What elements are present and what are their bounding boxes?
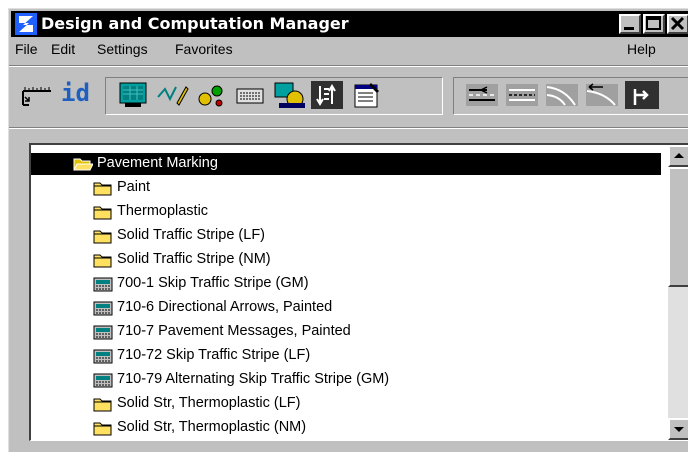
curve-road-icon: [546, 84, 578, 106]
tree-item-label: Paint: [117, 179, 151, 195]
tree-item[interactable]: 710-6 Directional Arrows, Painted: [31, 297, 661, 319]
tree-item[interactable]: 700-1 Skip Traffic Stripe (GM): [31, 273, 661, 295]
lane-tool-4[interactable]: [585, 81, 619, 109]
tree-item-label: Solid Str, Thermoplastic (NM): [117, 419, 307, 435]
tree-item[interactable]: 710-7 Pavement Messages, Painted: [31, 321, 661, 343]
vertical-scrollbar[interactable]: [668, 145, 688, 440]
nodes-icon: [198, 85, 223, 107]
lane-tool-3[interactable]: [545, 81, 579, 109]
id-tool[interactable]: id: [57, 79, 91, 109]
tree-item[interactable]: Solid Str, Thermoplastic (LF): [31, 393, 661, 415]
tree-root-label: Pavement Marking: [97, 155, 218, 171]
keypad-icon: [93, 301, 113, 316]
app-logo-icon: [15, 13, 37, 35]
tree-root-item[interactable]: Pavement Marking: [31, 153, 661, 175]
menu-bar: File Edit Settings Favorites Help: [9, 39, 688, 61]
display-tool[interactable]: [117, 81, 149, 109]
menu-separator: [9, 65, 688, 67]
tree-item[interactable]: Solid Str, Thermoplastic (NM): [31, 417, 661, 439]
turn-arrow-icon: [627, 83, 657, 107]
shapes-tool[interactable]: [273, 81, 307, 109]
keyboard-icon: [236, 88, 264, 104]
tree-item[interactable]: Solid Traffic Stripe (NM): [31, 249, 661, 271]
keypad-icon: [93, 277, 113, 292]
id-label: id: [61, 79, 90, 107]
keypad-tool[interactable]: [233, 81, 267, 109]
lane-merge-icon: [506, 84, 538, 106]
tree-item-label: 700-1 Skip Traffic Stripe (GM): [117, 275, 309, 291]
shapes-icon: [274, 82, 305, 108]
keypad-icon: [93, 373, 113, 388]
arrow-down-icon: [674, 427, 684, 432]
turn-tool[interactable]: [625, 81, 659, 109]
window-title: Design and Computation Manager: [41, 14, 349, 33]
arrow-up-icon: [674, 153, 684, 158]
minimize-icon: [624, 27, 634, 30]
lane-tool-2[interactable]: [505, 81, 539, 109]
keypad-icon: [93, 349, 113, 364]
tree-item[interactable]: Solid Traffic Stripe (LF): [31, 225, 661, 247]
tree-item-label: Solid Traffic Stripe (NM): [117, 251, 271, 267]
tree-item[interactable]: 710-72 Skip Traffic Stripe (LF): [31, 345, 661, 367]
app-window: Design and Computation Manager File Edit…: [8, 8, 688, 452]
folder-icon: [93, 182, 112, 196]
tree-view[interactable]: Pavement Marking Paint Thermoplastic Solid…: [29, 143, 688, 441]
maximize-icon: [646, 16, 661, 30]
keypad-icon: [93, 325, 113, 340]
network-tool[interactable]: [195, 81, 227, 109]
menu-file[interactable]: File: [15, 41, 38, 57]
menu-settings[interactable]: Settings: [97, 41, 148, 57]
open-folder-icon: [73, 158, 93, 171]
lane-arrows-icon: [466, 84, 498, 106]
measure-tool[interactable]: [19, 81, 53, 109]
pencil-line-icon: [157, 86, 189, 106]
menu-edit[interactable]: Edit: [51, 41, 75, 57]
tree-item-label: Solid Traffic Stripe (LF): [117, 227, 266, 243]
draw-tool[interactable]: [155, 81, 189, 109]
menu-help[interactable]: Help: [627, 41, 656, 57]
menu-favorites[interactable]: Favorites: [175, 41, 233, 57]
toolbar: id: [9, 71, 688, 121]
scroll-down-button[interactable]: [668, 418, 688, 440]
tree-item[interactable]: Paint: [31, 177, 661, 199]
tree-item-label: 710-72 Skip Traffic Stripe (LF): [117, 347, 311, 363]
tree-item-label: 710-7 Pavement Messages, Painted: [117, 323, 351, 339]
tree-item-label: Thermoplastic: [117, 203, 209, 219]
folder-icon: [93, 254, 112, 268]
curve-arrow-icon: [586, 83, 618, 106]
folder-icon: [93, 230, 112, 244]
tree-item-label: Solid Str, Thermoplastic (LF): [117, 395, 301, 411]
ruler-icon: [22, 87, 51, 106]
folder-icon: [93, 398, 112, 412]
scroll-thumb[interactable]: [668, 167, 688, 287]
properties-icon: [354, 83, 379, 108]
title-bar[interactable]: Design and Computation Manager: [11, 11, 688, 37]
lane-tool-1[interactable]: [465, 81, 499, 109]
close-button[interactable]: [667, 14, 688, 34]
scroll-up-button[interactable]: [668, 145, 688, 167]
tree-item[interactable]: 710-79 Alternating Skip Traffic Stripe (…: [31, 369, 661, 391]
sort-arrows-icon: [314, 84, 340, 106]
toolbar-separator: [9, 127, 688, 129]
monitor-icon: [119, 82, 147, 107]
tree-item-label: 710-6 Directional Arrows, Painted: [117, 299, 333, 315]
sort-tool[interactable]: [311, 81, 343, 109]
maximize-button[interactable]: [643, 14, 665, 34]
close-icon: [670, 16, 685, 31]
tree-item[interactable]: Thermoplastic: [31, 201, 661, 223]
properties-tool[interactable]: [349, 81, 383, 109]
minimize-button[interactable]: [619, 14, 641, 34]
folder-icon: [93, 206, 112, 220]
folder-icon: [93, 422, 112, 436]
tree-item-label: 710-79 Alternating Skip Traffic Stripe (…: [117, 371, 390, 387]
